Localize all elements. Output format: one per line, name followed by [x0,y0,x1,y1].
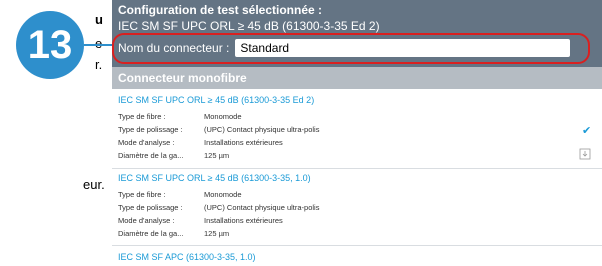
section-title: Connecteur monofibre [118,71,247,85]
callout-leader-line [84,44,114,46]
detail-row: Type de fibre : Monomode [118,190,242,199]
connector-list-item[interactable]: IEC SM SF UPC ORL ≥ 45 dB (61300-3-35, 1… [112,173,602,243]
step-number-badge: 13 [16,11,84,79]
divider [112,168,602,169]
detail-row: Type de polissage : (UPC) Contact physiqu… [118,203,320,212]
detail-row: Type de polissage : (UPC) Contact physiqu… [118,125,320,134]
divider [112,245,602,246]
selected-standard: IEC SM SF UPC ORL ≥ 45 dB (61300-3-35 Ed… [118,19,380,33]
download-icon[interactable] [579,148,591,160]
detail-row: Mode d'analyse : Installations extérieure… [118,138,283,147]
callout-highlight [112,33,590,64]
detail-row: Mode d'analyse : Installations extérieure… [118,216,283,225]
connector-list-item[interactable]: IEC SM SF APC (61300-3-35, 1.0) [112,252,602,266]
checkmark-icon: ✔ [582,125,592,137]
section-header: Connecteur monofibre [112,67,602,89]
text-fragment: u [95,12,103,27]
detail-row: Diamètre de la ga... 125 µm [118,229,230,238]
config-title: Configuration de test sélectionnée : [118,3,323,17]
detail-row: Diamètre de la ga... 125 µm [118,151,230,160]
connector-title: IEC SM SF UPC ORL ≥ 45 dB (61300-3-35, 1… [118,173,311,183]
text-fragment: r. [95,57,103,72]
connector-title: IEC SM SF UPC ORL ≥ 45 dB (61300-3-35 Ed… [118,95,315,105]
test-config-panel: Configuration de test sélectionnée : IEC… [112,0,602,266]
text-fragment: eur. [83,177,105,192]
detail-row: Type de fibre : Monomode [118,112,242,121]
connector-title: IEC SM SF APC (61300-3-35, 1.0) [118,252,256,262]
connector-list-item[interactable]: IEC SM SF UPC ORL ≥ 45 dB (61300-3-35 Ed… [112,95,602,165]
